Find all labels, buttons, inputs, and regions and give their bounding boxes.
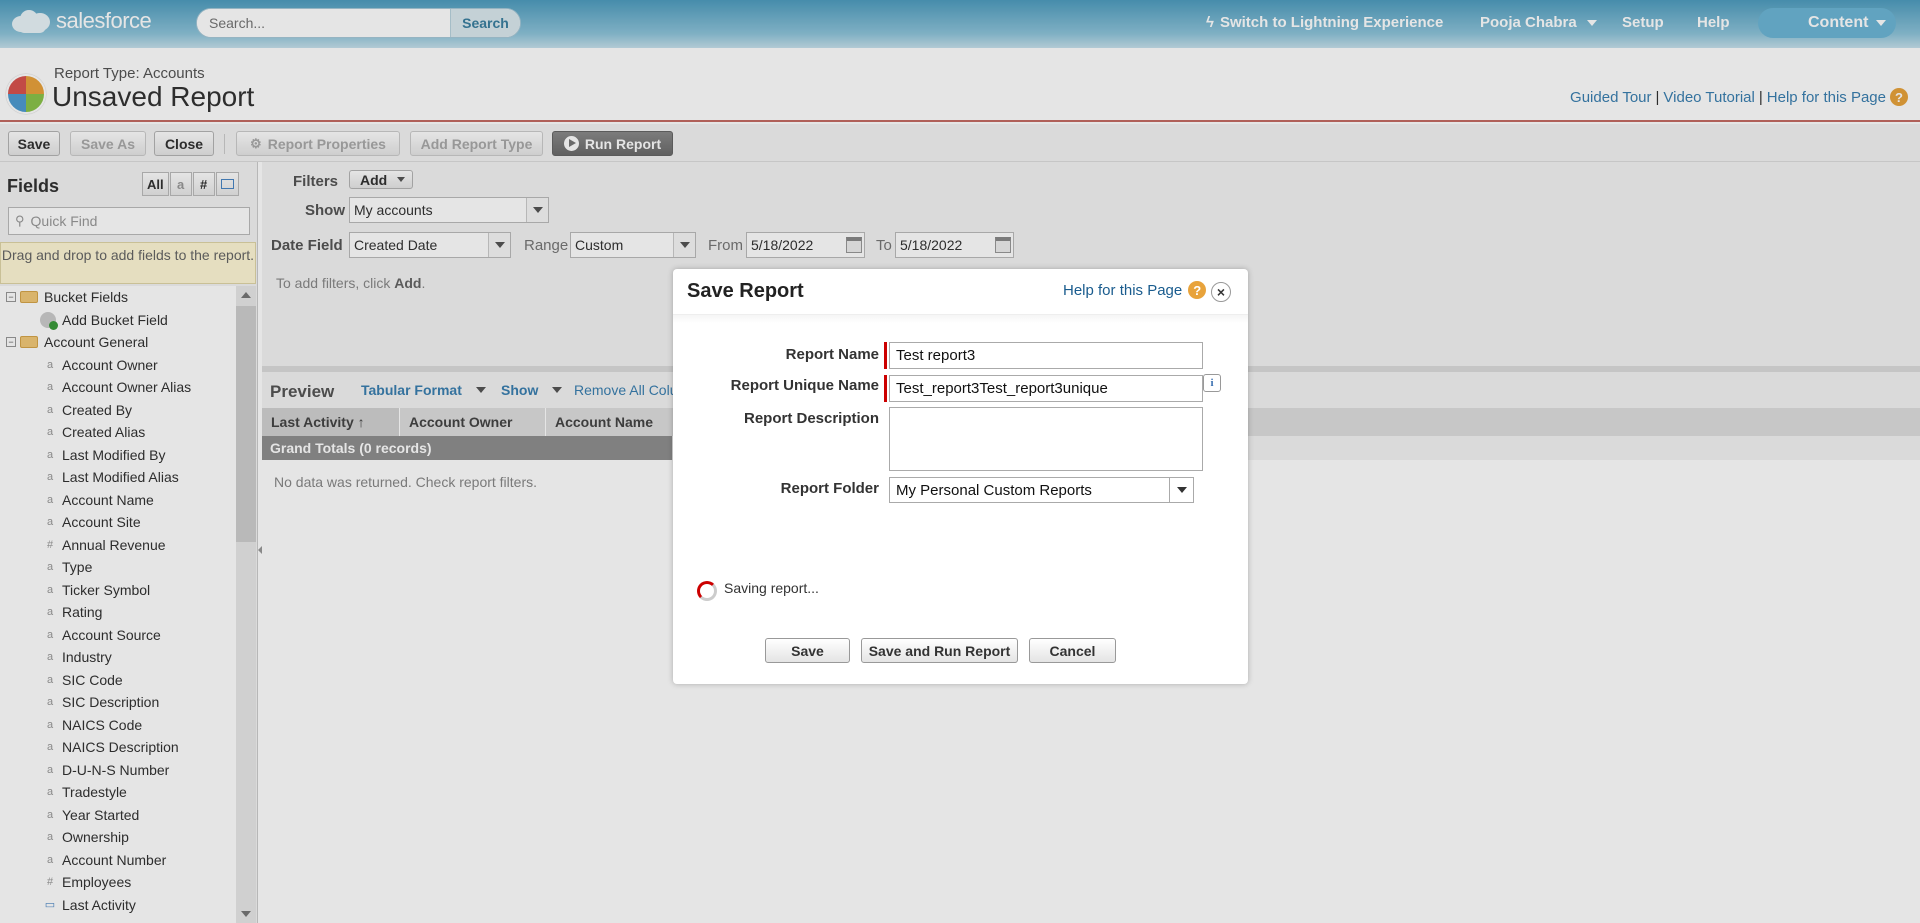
close-icon[interactable]: ×: [1211, 282, 1231, 302]
required-indicator: [884, 375, 887, 402]
save-report-dialog: Save Report Help for this Page ? × Repor…: [673, 269, 1248, 684]
required-indicator: [884, 342, 887, 369]
report-folder-select[interactable]: My Personal Custom Reports: [889, 477, 1194, 503]
report-folder-value: My Personal Custom Reports: [896, 481, 1092, 499]
info-icon[interactable]: i: [1203, 374, 1221, 392]
dialog-save-button[interactable]: Save: [765, 638, 850, 663]
report-description-label: Report Description: [743, 410, 879, 427]
report-folder-label: Report Folder: [780, 480, 879, 497]
dialog-cancel-button[interactable]: Cancel: [1029, 638, 1116, 663]
dialog-help-link[interactable]: Help for this Page ?: [1063, 281, 1207, 299]
dialog-header-shadow: [673, 315, 1248, 323]
report-unique-name-input[interactable]: Test_report3Test_report3unique: [889, 375, 1203, 402]
chevron-down-icon: [1169, 478, 1193, 502]
dialog-title: Save Report: [687, 280, 804, 302]
report-description-textarea[interactable]: [889, 407, 1203, 471]
dialog-help-label: Help for this Page: [1063, 281, 1183, 299]
help-icon: ?: [1188, 281, 1207, 299]
saving-status: Saving report...: [724, 580, 819, 596]
report-name-label: Report Name: [785, 346, 879, 363]
save-and-run-button[interactable]: Save and Run Report: [861, 638, 1018, 663]
report-unique-name-label: Report Unique Name: [730, 377, 879, 394]
loading-spinner-icon: [697, 581, 717, 601]
report-name-input[interactable]: Test report3: [889, 342, 1203, 369]
